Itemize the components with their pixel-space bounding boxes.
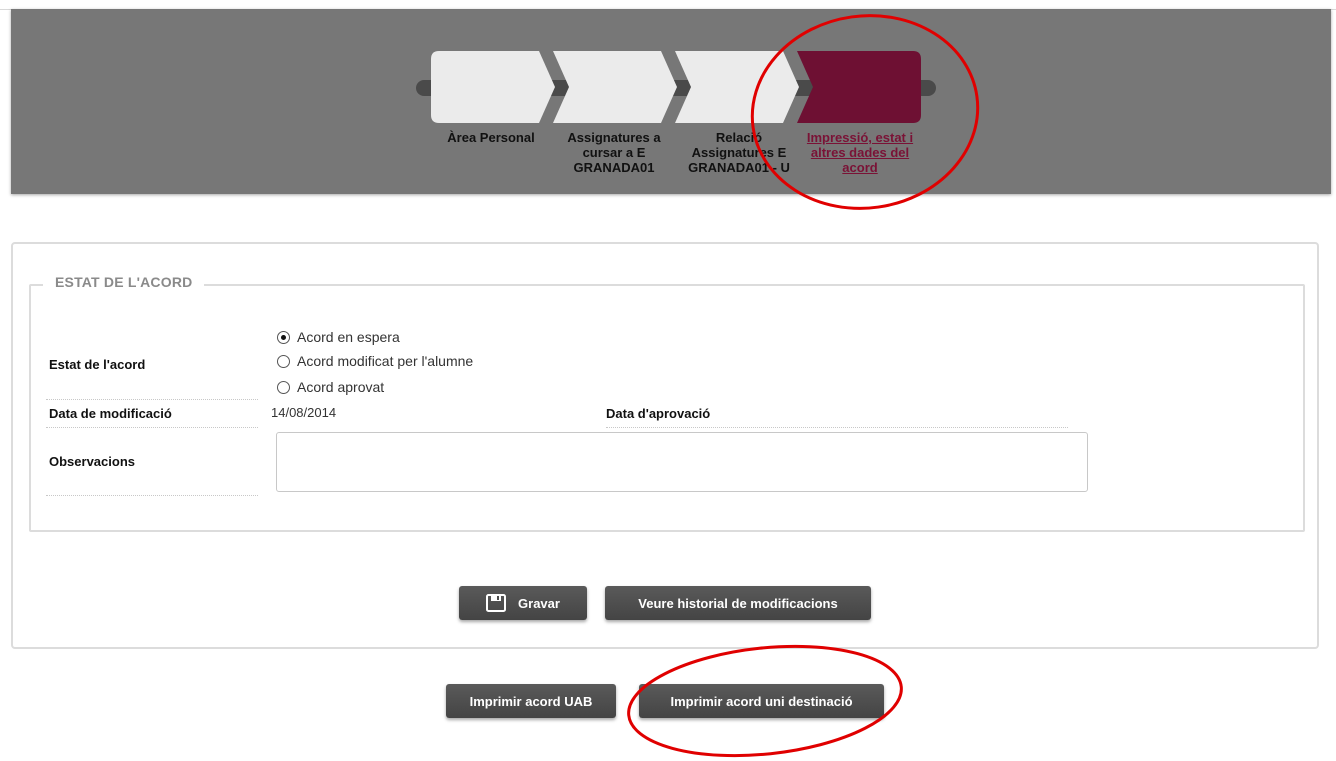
observacions-textarea[interactable] <box>276 432 1088 492</box>
save-button[interactable]: Gravar <box>459 586 587 620</box>
observacions-label: Observacions <box>49 454 135 469</box>
estat-label: Estat de l'acord <box>49 357 146 372</box>
row-divider <box>46 495 258 496</box>
radio-button[interactable] <box>277 380 290 394</box>
row-divider <box>46 427 258 428</box>
radio-option-aprovat[interactable]: Acord aprovat <box>277 378 384 396</box>
radio-button[interactable] <box>277 354 290 368</box>
history-button[interactable]: Veure historial de modificacions <box>605 586 871 620</box>
wizard-step-2-shape[interactable] <box>553 51 677 123</box>
radio-button-checked[interactable] <box>277 330 290 344</box>
row-divider <box>46 399 258 400</box>
wizard-step-1-label[interactable]: Àrea Personal <box>429 130 553 145</box>
wizard-step-4-label[interactable]: Impressió, estat i altres dades del acor… <box>795 130 925 175</box>
data-modificacio-value: 14/08/2014 <box>271 405 337 420</box>
radio-label: Acord en espera <box>297 329 400 345</box>
radio-label: Acord aprovat <box>297 379 385 395</box>
radio-label: Acord modificat per l'alumne <box>297 353 474 369</box>
wizard-step-1-shape[interactable] <box>431 51 555 123</box>
print-uab-label: Imprimir acord UAB <box>469 693 593 709</box>
print-uab-button[interactable]: Imprimir acord UAB <box>446 684 616 718</box>
radio-option-modificat[interactable]: Acord modificat per l'alumne <box>277 352 473 370</box>
save-button-label: Gravar <box>518 595 560 611</box>
main-panel: ESTAT DE L'ACORD Estat de l'acord Acord … <box>11 242 1319 649</box>
wizard-step-4-shape[interactable] <box>797 51 921 123</box>
history-button-label: Veure historial de modificacions <box>638 595 838 611</box>
wizard-step-2-label[interactable]: Assignatures a cursar a E GRANADA01 <box>551 130 677 175</box>
wizard-step-3-shape[interactable] <box>675 51 799 123</box>
floppy-disk-icon <box>486 594 507 612</box>
wizard-step-3-label[interactable]: Relació Assignatures E GRANADA01 - U <box>675 130 803 175</box>
row-divider <box>606 427 1068 428</box>
fieldset-legend: ESTAT DE L'ACORD <box>43 274 205 290</box>
data-aprovacio-label: Data d'aprovació <box>606 406 711 421</box>
print-destination-label: Imprimir acord uni destinació <box>670 693 853 709</box>
wizard-header: Àrea Personal Assignatures a cursar a E … <box>11 9 1331 194</box>
radio-option-espera[interactable]: Acord en espera <box>277 328 400 346</box>
data-modificacio-label: Data de modificació <box>49 406 172 421</box>
print-destination-button[interactable]: Imprimir acord uni destinació <box>639 684 884 718</box>
